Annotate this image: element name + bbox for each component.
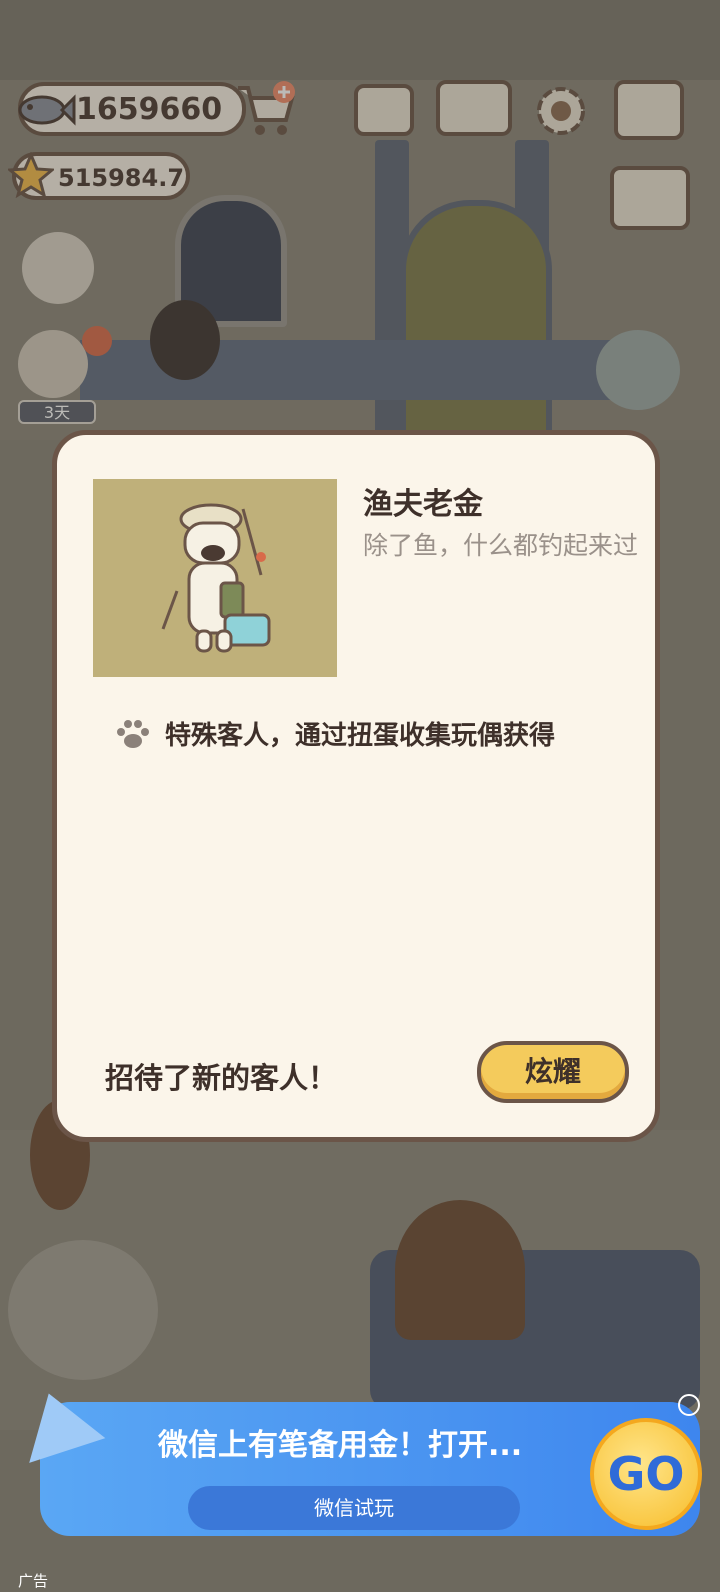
go-button[interactable]: GO	[590, 1418, 702, 1530]
ad-title: 微信上有笔备用金！打开...	[158, 1428, 523, 1463]
guest-portrait	[93, 479, 337, 677]
guest-description: 除了鱼，什么都钓起来过	[363, 531, 639, 560]
ad-try-button[interactable]: 微信试玩	[188, 1486, 520, 1530]
new-guest-message: 招待了新的客人！	[105, 1061, 338, 1095]
new-guest-dialog: 渔夫老金 除了鱼，什么都钓起来过 特殊客人，通过扭蛋收集玩偶获得 招待了新的客人…	[52, 430, 660, 1142]
ad-label: 广告	[18, 1572, 49, 1590]
brag-button[interactable]: 炫耀	[477, 1041, 629, 1103]
ad-close-icon[interactable]	[678, 1394, 700, 1416]
fisherman-dog-illustration	[161, 503, 271, 653]
unlock-hint: 特殊客人，通过扭蛋收集玩偶获得	[165, 721, 556, 751]
guest-name: 渔夫老金	[363, 487, 483, 522]
paw-icon	[117, 720, 149, 748]
